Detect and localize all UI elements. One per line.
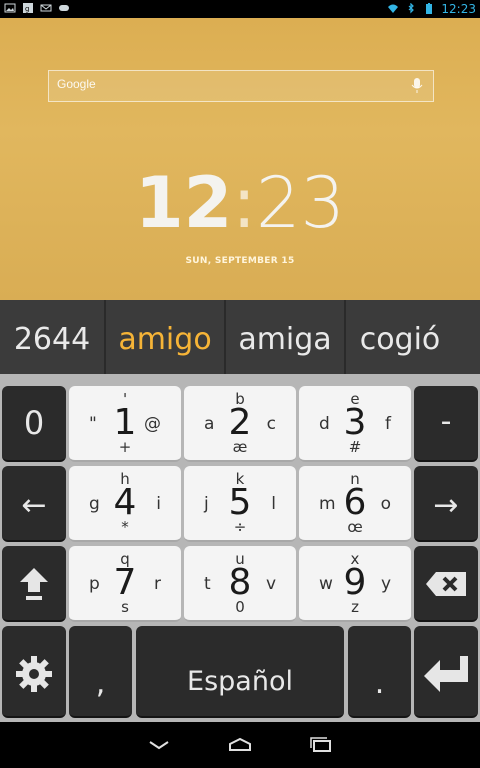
keyboard: 0 ← ' " 1 @ + b a 2 c æ e d 3 f # h g 4 … [0,374,480,722]
key-3-right: f [385,414,391,434]
suggestion-item-2644[interactable]: 2644 [0,300,104,374]
zero-key[interactable]: 0 [2,386,66,462]
key-1-bottom: + [118,438,132,456]
key-9-main: 9 [343,562,367,603]
settings-key[interactable] [2,626,66,718]
key-5-main: 5 [228,482,252,523]
right-arrow-key[interactable]: → [414,466,478,542]
gear-icon [16,656,52,692]
clock-hour: 12 [134,162,233,244]
key-6-main: 6 [343,482,367,523]
key-4-main: 4 [113,482,137,523]
shift-key[interactable] [2,546,66,622]
key-7[interactable]: q p 7 r s [69,546,181,622]
enter-icon [424,656,468,692]
system-icons: 12:23 [387,2,476,16]
key-6-bottom: œ [347,518,363,536]
enter-key[interactable] [414,626,478,718]
backspace-icon [426,572,466,596]
key-9-bottom: z [351,598,359,616]
battery-icon [426,3,433,14]
key-7-bottom: s [121,598,129,616]
lockscreen-wallpaper: Google 12:23 SUN, SEPTEMBER 15 [0,18,480,300]
back-icon[interactable] [144,736,174,754]
navigation-bar [0,722,480,768]
key-9[interactable]: x w 9 y z [299,546,411,622]
status-time: 12:23 [441,2,476,16]
lockscreen-date: SUN, SEPTEMBER 15 [185,256,295,266]
home-icon[interactable] [225,736,255,754]
period-key-label: . [374,666,385,701]
key-7-main: 7 [113,562,137,603]
zero-key-label: 0 [23,404,45,442]
google-plus-icon: g [23,3,33,13]
key-5[interactable]: k j 5 l ÷ [184,466,296,542]
key-1-main: 1 [113,402,137,443]
comma-key-label: , [95,666,106,701]
key-4-right: i [156,494,161,514]
dash-key[interactable]: - [414,386,478,462]
key-9-right: y [380,574,391,594]
status-bar: g 12:23 [0,0,480,18]
key-3-bottom: # [348,438,362,456]
search-placeholder: Google [57,77,96,91]
key-8[interactable]: u t 8 v 0 [184,546,296,622]
space-key[interactable]: Español [136,626,344,718]
suggestion-bar: 2644 amigo amiga cogió [0,300,480,374]
key-4-bottom: * [121,518,129,536]
left-arrow-label: ← [21,488,47,523]
key-4[interactable]: h g 4 i * [69,466,181,542]
key-2[interactable]: b a 2 c æ [184,386,296,462]
key-2-main: 2 [228,402,252,443]
dash-key-label: - [440,404,452,439]
left-arrow-key[interactable]: ← [2,466,66,542]
recents-icon[interactable] [306,736,336,754]
key-8-main: 8 [228,562,252,603]
key-8-right: v [265,574,276,594]
key-7-right: r [154,574,161,594]
key-1-right: @ [144,414,161,434]
suggestion-item-cogio[interactable]: cogió [346,300,454,374]
key-2-right: c [266,414,276,434]
key-5-bottom: ÷ [233,518,247,536]
suggestion-item-amiga[interactable]: amiga [226,300,344,374]
wifi-icon [388,4,399,13]
svg-text:g: g [25,5,29,13]
comma-key[interactable]: , [69,626,132,718]
key-2-bottom: æ [232,438,248,456]
period-key[interactable]: . [348,626,411,718]
notification-icons: g [4,2,70,14]
clock-colon: : [232,162,256,244]
space-key-label: Español [187,666,293,697]
key-3[interactable]: e d 3 f # [299,386,411,462]
key-1[interactable]: ' " 1 @ + [69,386,181,462]
backspace-key[interactable] [414,546,478,622]
shift-icon [20,568,48,600]
bluetooth-icon [408,3,415,14]
key-8-bottom: 0 [235,598,245,616]
microphone-icon[interactable] [411,78,423,94]
email-icon [40,4,52,12]
key-3-main: 3 [343,402,367,443]
lockscreen-clock: 12:23 [0,168,480,238]
key-5-right: l [271,494,276,514]
image-icon [4,3,16,13]
google-search-bar[interactable]: Google [48,70,434,102]
clock-minutes: 23 [255,162,346,244]
key-6[interactable]: n m 6 o œ [299,466,411,542]
key-6-right: o [380,494,391,514]
game-controller-icon [59,5,69,11]
right-arrow-label: → [433,488,459,523]
suggestion-item-amigo[interactable]: amigo [106,300,224,374]
